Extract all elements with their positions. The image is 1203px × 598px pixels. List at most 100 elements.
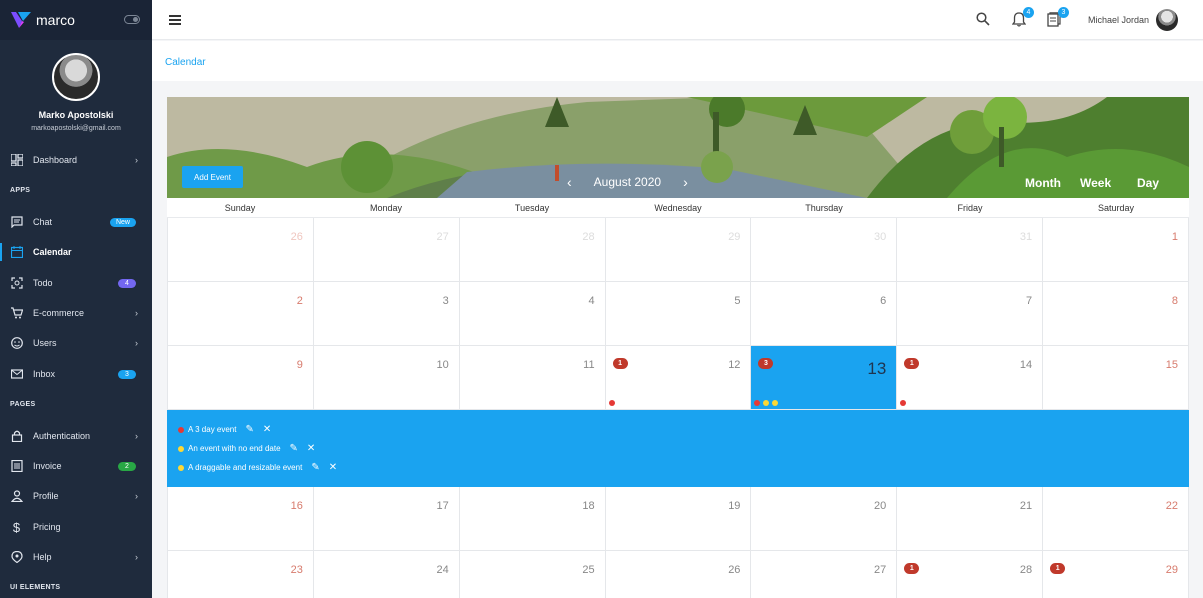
- calendar-day[interactable]: 23: [167, 551, 314, 598]
- calendar-day[interactable]: 7: [897, 282, 1044, 345]
- calendar-day[interactable]: 30: [751, 218, 898, 281]
- sidebar-item-inbox[interactable]: Inbox 3: [0, 363, 152, 385]
- edit-icon[interactable]: ✎: [311, 462, 319, 473]
- calendar-day[interactable]: 1 14: [897, 346, 1044, 409]
- day-number: 14: [1019, 359, 1033, 371]
- calendar-day[interactable]: 24: [314, 551, 460, 598]
- day-number: 11: [583, 359, 595, 371]
- event-item[interactable]: A draggable and resizable event ✎ ✕: [178, 462, 337, 473]
- event-item[interactable]: An event with no end date ✎ ✕: [178, 443, 315, 454]
- event-item[interactable]: A 3 day event ✎ ✕: [178, 424, 271, 435]
- delete-icon[interactable]: ✕: [263, 424, 271, 435]
- calendar-day[interactable]: 15: [1043, 346, 1189, 409]
- day-number: 29: [728, 231, 741, 243]
- menu-icon[interactable]: [169, 15, 181, 25]
- calendar-day[interactable]: 25: [460, 551, 606, 598]
- sidebar-item-authentication[interactable]: Authentication ›: [0, 425, 152, 447]
- sidebar-item-users[interactable]: Users ›: [0, 332, 152, 354]
- avatar[interactable]: [1156, 9, 1178, 31]
- calendar-day[interactable]: 1: [1043, 218, 1189, 281]
- sidebar-item-invoice[interactable]: Invoice 2: [0, 455, 152, 477]
- calendar-day[interactable]: 21: [897, 487, 1044, 550]
- delete-icon[interactable]: ✕: [329, 462, 337, 473]
- calendar-day[interactable]: 19: [606, 487, 752, 550]
- sidebar-item-label: Pricing: [33, 522, 61, 532]
- calendar-day[interactable]: 3: [314, 282, 460, 345]
- calendar-day[interactable]: 1 29: [1043, 551, 1189, 598]
- messages-icon[interactable]: 3: [1047, 7, 1069, 28]
- day-number: 22: [1165, 500, 1179, 512]
- calendar-day[interactable]: 10: [314, 346, 460, 409]
- day-number: 27: [874, 564, 887, 576]
- calendar-day[interactable]: 11: [460, 346, 606, 409]
- weekday-header: Sunday Monday Tuesday Wednesday Thursday…: [167, 198, 1189, 218]
- add-event-button[interactable]: Add Event: [182, 166, 243, 188]
- weekday-label: Tuesday: [514, 203, 550, 213]
- week-view-button[interactable]: Week: [1080, 176, 1111, 190]
- day-number: 26: [290, 231, 303, 243]
- prev-month-button[interactable]: ‹: [567, 174, 572, 190]
- edit-icon[interactable]: ✎: [290, 443, 298, 454]
- weekday-label: Wednesday: [654, 203, 702, 213]
- calendar-day[interactable]: 28: [460, 218, 606, 281]
- calendar-day[interactable]: 29: [606, 218, 752, 281]
- calendar-day[interactable]: 9: [167, 346, 314, 409]
- count-badge: 4: [118, 278, 136, 288]
- calendar-day[interactable]: 31: [897, 218, 1044, 281]
- sidebar-item-pricing[interactable]: $ Pricing: [0, 516, 152, 538]
- sidebar-item-chat[interactable]: Chat New: [0, 211, 152, 233]
- calendar-day[interactable]: 5: [606, 282, 752, 345]
- notifications-bell-icon[interactable]: 4: [1011, 7, 1034, 28]
- day-number: 1: [1171, 231, 1179, 243]
- day-number: 5: [734, 295, 741, 307]
- day-number: 3: [442, 295, 449, 307]
- calendar-day[interactable]: 16: [167, 487, 314, 550]
- calendar-day[interactable]: 8: [1043, 282, 1189, 345]
- calendar-day[interactable]: 4: [460, 282, 606, 345]
- sidebar-item-ecommerce[interactable]: E-commerce ›: [0, 302, 152, 324]
- sidebar-collapse-toggle[interactable]: [124, 15, 140, 24]
- weekday-label: Sunday: [224, 203, 256, 213]
- calendar-day[interactable]: 1 28: [897, 551, 1044, 598]
- delete-icon[interactable]: ✕: [307, 443, 315, 454]
- person-icon: [10, 490, 23, 503]
- event-dot: [772, 400, 779, 406]
- event-color-dot: [178, 426, 184, 433]
- edit-icon[interactable]: ✎: [245, 424, 253, 435]
- next-month-button[interactable]: ›: [683, 174, 688, 190]
- top-user-name[interactable]: Michael Jordan: [1088, 15, 1149, 25]
- sidebar-item-todo[interactable]: Todo 4: [0, 272, 152, 294]
- calendar-day[interactable]: 17: [314, 487, 460, 550]
- sidebar-item-help[interactable]: Help ›: [0, 546, 152, 568]
- day-view-button[interactable]: Day: [1137, 176, 1159, 190]
- calendar-day[interactable]: 27: [314, 218, 460, 281]
- search-icon[interactable]: [976, 12, 992, 28]
- breadcrumb[interactable]: Calendar: [165, 57, 206, 68]
- calendar-day[interactable]: 27: [751, 551, 898, 598]
- day-number: 30: [874, 231, 887, 243]
- calendar-day[interactable]: 1 12: [606, 346, 752, 409]
- calendar-day[interactable]: 6: [751, 282, 898, 345]
- calendar-day[interactable]: 18: [460, 487, 606, 550]
- day-number: 6: [880, 295, 887, 307]
- calendar-day[interactable]: 22: [1043, 487, 1189, 550]
- help-icon: [10, 551, 23, 564]
- event-count-badge: 1: [612, 358, 628, 369]
- sidebar-item-profile[interactable]: Profile ›: [0, 485, 152, 507]
- invoice-icon: [10, 460, 23, 473]
- calendar-day[interactable]: 20: [751, 487, 898, 550]
- sidebar-item-dashboard[interactable]: Dashboard ›: [0, 149, 152, 171]
- weekday-label: Thursday: [805, 203, 843, 213]
- calendar-day[interactable]: 26: [167, 218, 314, 281]
- month-view-button[interactable]: Month: [1025, 176, 1061, 190]
- day-number: 2: [296, 295, 303, 307]
- calendar-day[interactable]: 26: [606, 551, 752, 598]
- calendar-day-today[interactable]: 3 13: [751, 346, 898, 409]
- count-badge: 2: [118, 461, 136, 471]
- sidebar-item-calendar[interactable]: Calendar: [0, 241, 152, 263]
- avatar[interactable]: [52, 53, 100, 101]
- calendar-day[interactable]: 2: [167, 282, 314, 345]
- calendar-week: 23 24 25 26 27 1 28 1 29: [167, 551, 1189, 598]
- day-number: 12: [728, 359, 741, 371]
- calendar-week: 2 3 4 5 6 7 8: [167, 282, 1189, 346]
